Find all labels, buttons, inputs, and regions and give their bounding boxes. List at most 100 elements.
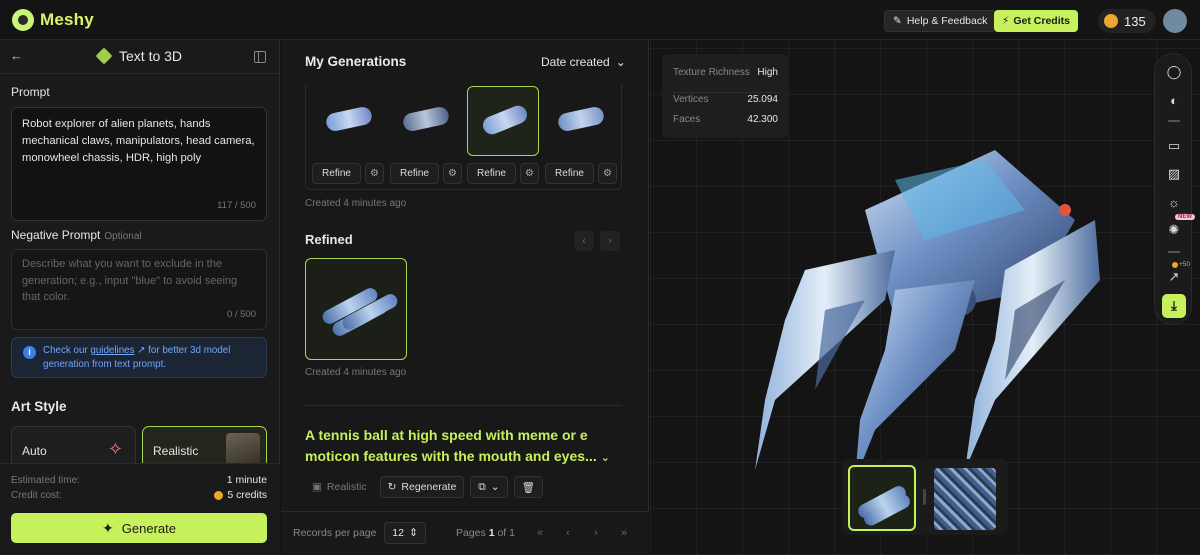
prev-arrow-icon[interactable]: ‹ bbox=[574, 231, 594, 251]
last-page-icon[interactable]: » bbox=[614, 523, 634, 543]
optional-tag: Optional bbox=[104, 231, 142, 242]
settings-gear-icon[interactable]: ⚙ bbox=[443, 163, 462, 184]
texture-richness: Texture Richness High bbox=[673, 67, 778, 78]
records-per-page-value: 12 bbox=[392, 527, 404, 539]
robot-icon: ▣ bbox=[312, 481, 322, 493]
regenerate-button[interactable]: ↻ Regenerate bbox=[379, 476, 465, 498]
generate-footer: Estimated time: 1 minute Credit cost: 5 … bbox=[0, 463, 280, 555]
prev-page-icon[interactable]: ‹ bbox=[558, 523, 578, 543]
back-arrow-icon[interactable]: ← bbox=[10, 48, 23, 63]
faces-stat: Faces 42.300 bbox=[673, 114, 778, 125]
sphere-icon[interactable]: ◯ bbox=[1166, 64, 1182, 80]
lightning-icon: ⚡ bbox=[1002, 15, 1010, 27]
generation-prompt-title[interactable]: A tennis ball at high speed with meme or… bbox=[305, 425, 625, 469]
new-badge: NEW bbox=[1175, 214, 1195, 220]
vertices-label: Vertices bbox=[673, 94, 709, 105]
refine-group: Refine ⚙ bbox=[312, 163, 384, 184]
robot-3d-model[interactable] bbox=[745, 150, 1105, 480]
divider bbox=[673, 92, 778, 93]
model-preview bbox=[480, 103, 530, 137]
estimated-time-label: Estimated time: bbox=[11, 475, 80, 486]
coin-icon bbox=[1172, 261, 1178, 268]
prompt-text: Robot explorer of alien planets, hands m… bbox=[22, 118, 255, 164]
get-credits-button[interactable]: ⚡ Get Credits bbox=[994, 10, 1078, 32]
style-realistic-label: Realistic bbox=[153, 444, 199, 458]
generation-actions: ▣ Realistic ↻ Regenerate ⧉ ⌄ 🗑 bbox=[305, 476, 543, 498]
generate-button[interactable]: ✦ Generate bbox=[11, 513, 267, 543]
pages-label: Pages bbox=[456, 527, 486, 539]
refine-button[interactable]: Refine bbox=[545, 163, 594, 184]
generation-thumbnail[interactable] bbox=[389, 86, 461, 156]
negative-prompt-label: Negative Prompt Optional bbox=[11, 228, 142, 242]
refine-group: Refine ⚙ bbox=[545, 163, 617, 184]
material-icon[interactable]: ◐ bbox=[1166, 92, 1182, 108]
collapse-sidebar-icon[interactable] bbox=[254, 51, 266, 63]
pagination: Records per page 12 ⇕ Pages 1 of 1 « ‹ ›… bbox=[281, 511, 649, 555]
generation-prompt-text: A tennis ball at high speed with meme or… bbox=[305, 427, 597, 464]
generation-thumbnail-selected[interactable] bbox=[467, 86, 539, 156]
share-icon[interactable]: ↗ bbox=[1166, 269, 1182, 285]
refine-button[interactable]: Refine bbox=[312, 163, 361, 184]
model-preview bbox=[401, 105, 451, 133]
generator-panel: ← Text to 3D Prompt Robot explorer of al… bbox=[0, 40, 280, 555]
generation-thumbnail[interactable] bbox=[544, 86, 616, 156]
guidelines-link[interactable]: guidelines bbox=[90, 345, 134, 356]
current-page: 1 bbox=[488, 527, 495, 539]
copy-menu-button[interactable]: ⧉ ⌄ bbox=[470, 476, 508, 498]
model-viewer[interactable]: Texture Richness High Vertices 25.094 Fa… bbox=[650, 40, 1200, 555]
page-of: of bbox=[497, 527, 507, 539]
first-page-icon[interactable]: « bbox=[530, 523, 550, 543]
estimated-time-value: 1 minute bbox=[227, 474, 267, 486]
monitor-icon[interactable]: ▭ bbox=[1166, 138, 1182, 154]
regenerate-label: Regenerate bbox=[401, 481, 457, 493]
model-preview-thumbnail[interactable] bbox=[848, 465, 916, 531]
help-feedback-button[interactable]: ✎ Help & Feedback bbox=[884, 10, 997, 32]
logo[interactable]: Meshy bbox=[12, 9, 94, 31]
sort-dropdown[interactable]: Date created ⌄ bbox=[541, 55, 626, 69]
viewer-toolbar: ◯ ◐ ▭ ▨ ☼ NEW ✺ +50 ↗ ⤓ bbox=[1154, 53, 1195, 325]
credit-cost-value: 5 credits bbox=[214, 489, 267, 501]
refine-group: Refine ⚙ bbox=[467, 163, 539, 184]
refine-group: Refine ⚙ bbox=[390, 163, 462, 184]
settings-gear-icon[interactable]: ⚙ bbox=[598, 163, 617, 184]
next-page-icon[interactable]: › bbox=[586, 523, 606, 543]
generate-label: Generate bbox=[121, 520, 176, 536]
avatar[interactable] bbox=[1163, 9, 1187, 33]
external-link-icon: ↗ bbox=[134, 345, 149, 356]
refine-button[interactable]: Refine bbox=[467, 163, 516, 184]
download-button[interactable]: ⤓ bbox=[1162, 294, 1186, 318]
cube-icon bbox=[95, 47, 113, 65]
model-stats: Texture Richness High Vertices 25.094 Fa… bbox=[662, 54, 788, 138]
light-icon[interactable]: ☼ bbox=[1166, 194, 1182, 210]
vertices-stat: Vertices 25.094 bbox=[673, 94, 778, 105]
feedback-icon: ✎ bbox=[893, 15, 902, 27]
refine-button[interactable]: Refine bbox=[390, 163, 439, 184]
texture-map-thumbnail[interactable] bbox=[934, 468, 996, 530]
coin-icon bbox=[214, 490, 224, 500]
delete-button[interactable]: 🗑 bbox=[513, 476, 543, 498]
meshy-logo-icon bbox=[12, 9, 34, 31]
panel-header: ← Text to 3D bbox=[0, 40, 280, 74]
prompt-textarea[interactable]: Robot explorer of alien planets, hands m… bbox=[11, 107, 267, 221]
texture-pattern-icon[interactable]: ▨ bbox=[1166, 166, 1182, 182]
records-per-page-select[interactable]: 12 ⇕ bbox=[384, 522, 426, 544]
records-per-page-label: Records per page bbox=[293, 527, 377, 539]
refined-thumbnail[interactable] bbox=[305, 258, 407, 360]
trash-icon: 🗑 bbox=[521, 481, 535, 494]
credit-bonus-value: +50 bbox=[1179, 261, 1191, 268]
negative-prompt-textarea[interactable]: Describe what you want to exclude in the… bbox=[11, 249, 267, 330]
faces-label: Faces bbox=[673, 114, 701, 125]
created-time: Created 4 minutes ago bbox=[305, 198, 407, 209]
divider bbox=[923, 489, 926, 505]
next-arrow-icon[interactable]: › bbox=[600, 231, 620, 251]
refresh-icon: ↻ bbox=[387, 481, 397, 493]
settings-gear-icon[interactable]: ⚙ bbox=[365, 163, 384, 184]
texture-label: Texture Richness bbox=[673, 67, 750, 78]
panel-title: Text to 3D bbox=[95, 47, 182, 65]
settings-gear-icon[interactable]: ⚙ bbox=[520, 163, 539, 184]
credit-balance[interactable]: 135 bbox=[1098, 9, 1156, 33]
style-tag: ▣ Realistic bbox=[305, 476, 374, 498]
total-pages: 1 bbox=[509, 527, 515, 539]
animation-icon[interactable]: ✺ bbox=[1166, 222, 1182, 238]
generation-thumbnail[interactable] bbox=[312, 86, 384, 156]
